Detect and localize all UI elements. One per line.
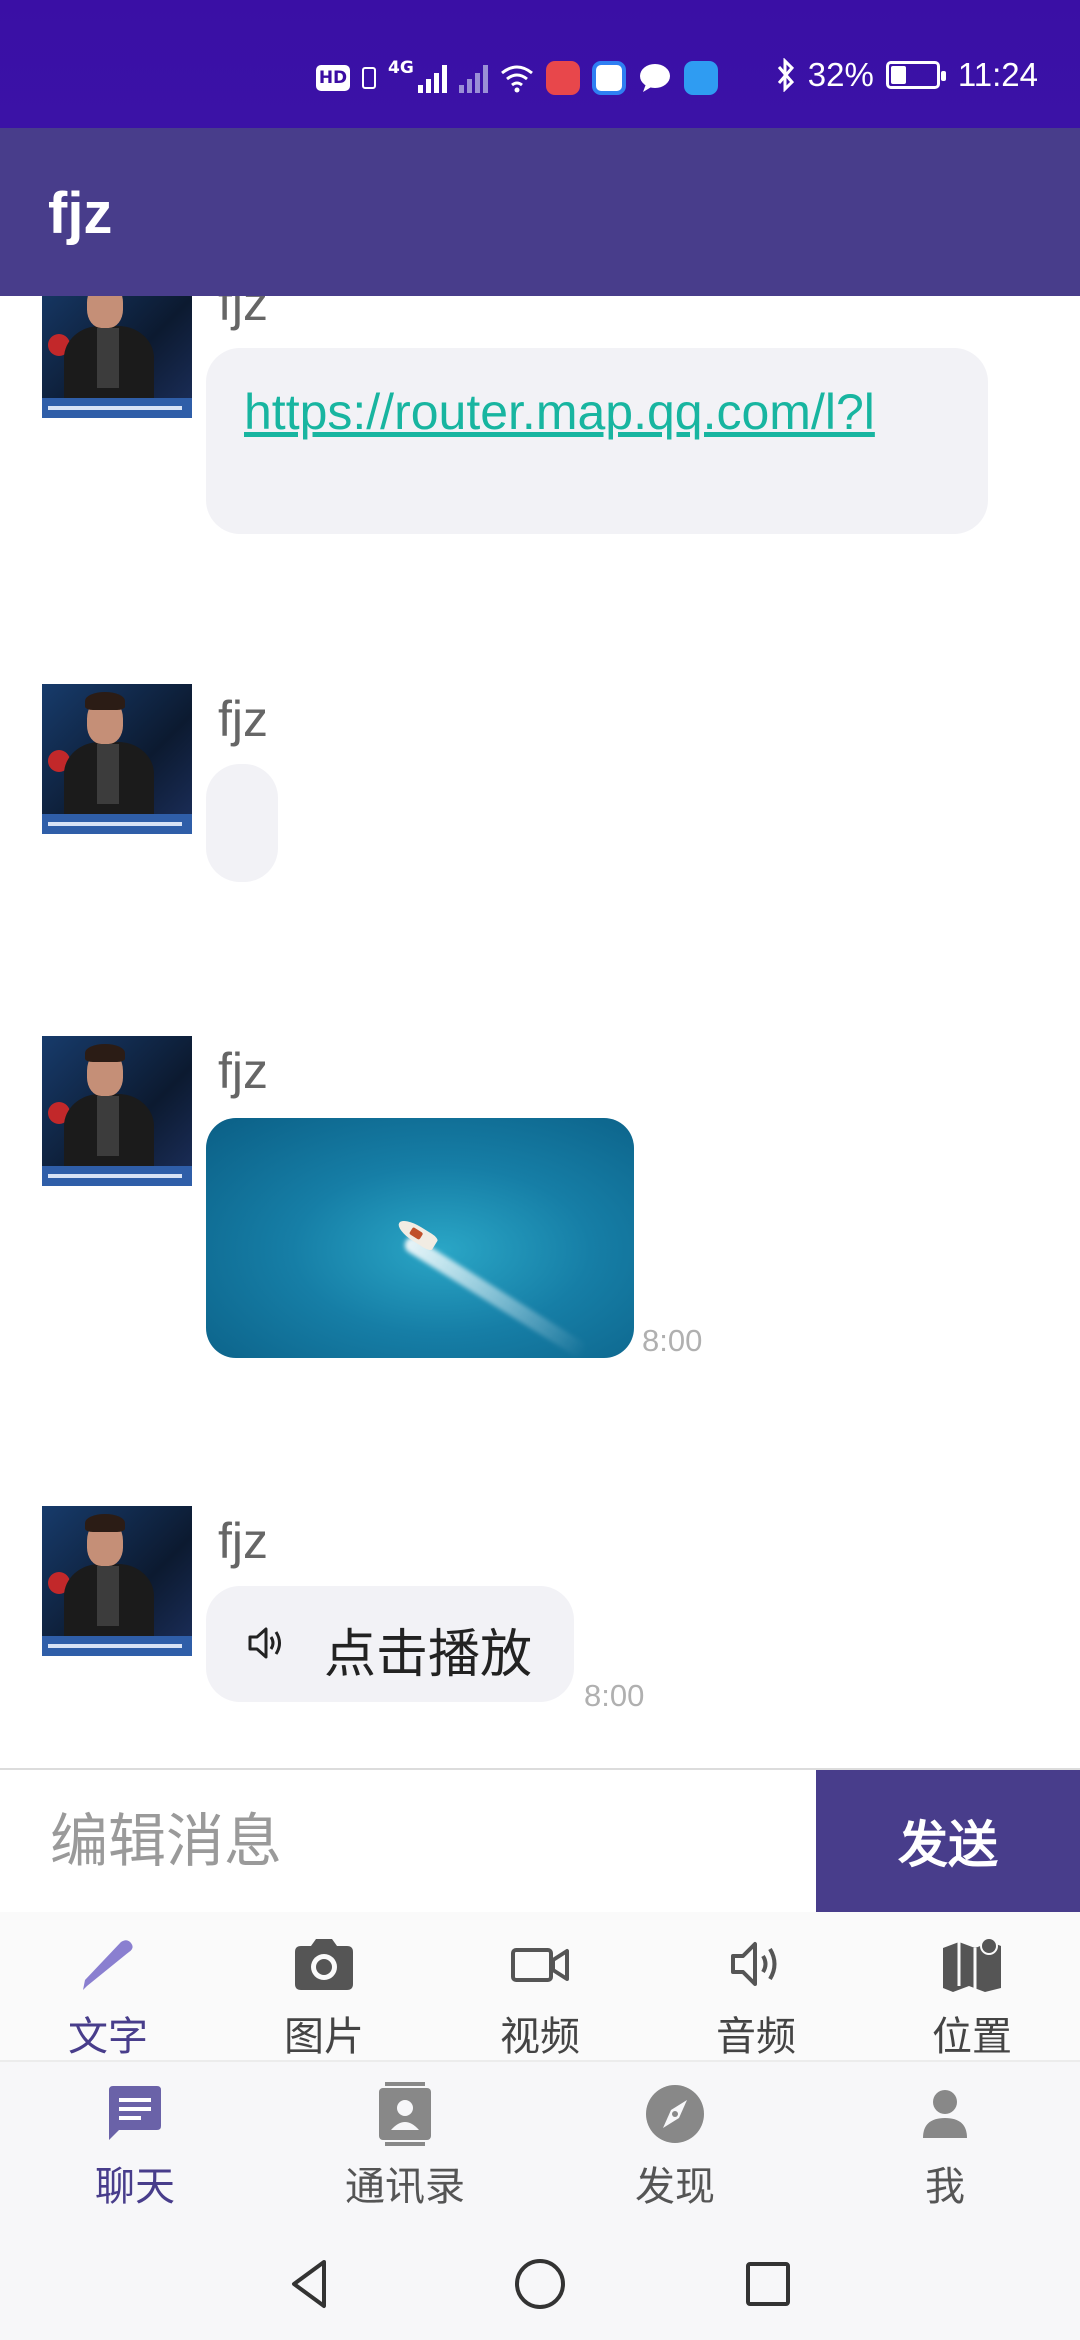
avatar[interactable] (42, 296, 192, 418)
message-icon (639, 64, 670, 92)
message-item: fjz https://router.map.qq.com/l?l (0, 296, 1080, 694)
status-bar: HD 4G 32% 11:24 (0, 0, 1080, 128)
avatar[interactable] (42, 1506, 192, 1656)
message-item: fjz 点击播放 8:00 (0, 1506, 1080, 1766)
type-tab-video[interactable]: 视频 (432, 1912, 648, 2060)
message-bubble[interactable] (206, 764, 278, 882)
type-tab-label: 位置 (932, 2014, 1012, 2060)
sender-name: fjz (218, 691, 268, 747)
pencil-icon (83, 1940, 133, 1990)
system-nav-bar (0, 2224, 1080, 2340)
play-voice-label: 点击播放 (324, 1625, 533, 1685)
type-tab-label: 音频 (716, 2014, 796, 2060)
battery-percent: 32% (807, 56, 874, 93)
nav-tab-label: 我 (925, 2164, 965, 2210)
nav-tab-label: 通讯录 (345, 2164, 465, 2210)
recents-icon[interactable] (738, 2254, 798, 2314)
message-list[interactable]: fjz https://router.map.qq.com/l?l fjz fj… (0, 296, 1080, 1768)
avatar[interactable] (42, 1036, 192, 1186)
nav-tab-me[interactable]: 我 (810, 2062, 1080, 2224)
video-camera-icon (511, 1948, 569, 1982)
message-input[interactable] (0, 1770, 816, 1912)
person-icon (923, 2090, 967, 2138)
chat-app-icon (591, 61, 626, 95)
bottom-nav: 聊天 通讯录 发现 我 (0, 2062, 1080, 2224)
message-item: fjz (0, 684, 1080, 984)
speaker-icon (248, 1627, 281, 1659)
avatar[interactable] (42, 684, 192, 834)
map-icon (943, 1937, 1001, 1992)
camera-icon (295, 1939, 353, 1990)
message-item: fjz 8:00 (0, 1036, 1080, 1416)
sender-name: fjz (218, 296, 268, 331)
nav-tab-label: 聊天 (95, 2164, 175, 2210)
sim-icon (362, 67, 376, 89)
status-icons: HD 4G (316, 58, 718, 98)
signal-icon (417, 63, 447, 93)
contacts-icon (379, 2082, 431, 2146)
type-tab-image[interactable]: 图片 (216, 1912, 432, 2060)
type-tab-label: 视频 (500, 2014, 580, 2060)
message-image[interactable] (206, 1118, 634, 1358)
battery-icon (885, 61, 946, 89)
home-icon[interactable] (510, 2254, 570, 2314)
message-link[interactable]: https://router.map.qq.com/l?l (244, 380, 934, 444)
chat-icon (109, 2086, 161, 2140)
message-time: 8:00 (642, 1323, 703, 1358)
status-right: 32% 11:24 (776, 56, 1038, 94)
compass-icon (646, 2085, 704, 2143)
nav-tab-chat[interactable]: 聊天 (0, 2062, 270, 2224)
message-time: 8:00 (584, 1678, 645, 1713)
page-title: fjz (48, 181, 113, 246)
type-tab-audio[interactable]: 音频 (648, 1912, 864, 2060)
type-tab-text[interactable]: 文字 (0, 1912, 216, 2060)
nav-tab-contacts[interactable]: 通讯录 (270, 2062, 540, 2224)
signal-2-icon (458, 63, 488, 93)
bluetooth-icon (777, 58, 794, 92)
clock: 11:24 (957, 56, 1038, 93)
type-tab-label: 图片 (284, 2014, 364, 2060)
type-tab-location[interactable]: 位置 (864, 1912, 1080, 2060)
nav-tab-discover[interactable]: 发现 (540, 2062, 810, 2224)
sender-name: fjz (218, 1513, 268, 1569)
message-type-bar: 文字 图片 视频 音频 位置 (0, 1912, 1080, 2062)
network-type-label: 4G (388, 58, 414, 78)
send-button[interactable]: 发送 (816, 1770, 1080, 1912)
sender-name: fjz (218, 1043, 268, 1099)
back-icon[interactable] (280, 2254, 340, 2314)
hd-icon: HD (316, 65, 350, 91)
composer: 发送 (0, 1768, 1080, 1912)
app-notification-icon (683, 61, 718, 95)
nav-tab-label: 发现 (635, 2164, 715, 2210)
huawei-app-icon (545, 61, 580, 95)
app-bar: fjz (0, 128, 1080, 296)
wifi-icon (500, 65, 533, 93)
type-tab-label: 文字 (68, 2014, 148, 2060)
speaker-icon (731, 1942, 777, 1986)
